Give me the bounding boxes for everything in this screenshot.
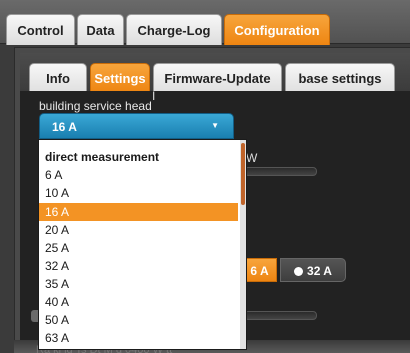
dropdown-option[interactable]: 10 A xyxy=(39,184,238,202)
subtab-info[interactable]: Info xyxy=(29,63,87,92)
tab-control-label: Control xyxy=(17,23,64,38)
text-cursor-icon: I xyxy=(152,89,156,103)
tab-data-label: Data xyxy=(86,23,115,38)
tab-charge-log-label: Charge-Log xyxy=(137,23,211,38)
dropdown-option[interactable]: 32 A xyxy=(39,257,238,275)
subtab-settings-label: Settings xyxy=(94,71,146,86)
tab-configuration[interactable]: Configuration xyxy=(224,14,330,45)
segment-32a-label: 32 A xyxy=(307,264,332,278)
background-slider-1[interactable] xyxy=(244,167,317,176)
subtab-base-settings[interactable]: base settings xyxy=(285,63,395,92)
subtab-info-label: Info xyxy=(46,71,70,86)
building-service-dropdown-list: direct measurement 6 A 10 A 16 A 20 A 25… xyxy=(38,139,247,350)
segment-16a[interactable]: 6 A xyxy=(242,258,277,282)
segment-16a-label: 6 A xyxy=(250,264,269,278)
dropdown-option[interactable]: 6 A xyxy=(39,166,238,184)
settings-tab-bar: Info Settings Firmware-Update base setti… xyxy=(20,53,410,92)
building-service-head-select[interactable]: 16 A ▼ xyxy=(39,113,234,139)
tab-control[interactable]: Control xyxy=(6,14,75,45)
segment-32a[interactable]: 32 A xyxy=(280,258,346,282)
dropdown-option[interactable]: 20 A xyxy=(39,221,238,239)
chevron-down-icon: ▼ xyxy=(211,121,219,130)
radio-dot-icon xyxy=(294,267,304,276)
tab-charge-log[interactable]: Charge-Log xyxy=(126,14,222,45)
select-value: 16 A xyxy=(52,120,77,134)
dropdown-scrollbar[interactable] xyxy=(240,140,246,349)
building-service-head-label: building service head xyxy=(39,99,152,113)
tab-data[interactable]: Data xyxy=(77,14,124,45)
dropdown-option[interactable]: 63 A xyxy=(39,329,238,347)
dropdown-scrollbar-thumb[interactable] xyxy=(241,143,245,205)
subtab-firmware-update[interactable]: Firmware-Update xyxy=(153,63,282,92)
main-tab-bar: Control Data Charge-Log Configuration xyxy=(0,0,410,45)
subtab-firmware-update-label: Firmware-Update xyxy=(164,71,271,86)
dropdown-option[interactable]: 35 A xyxy=(39,275,238,293)
dropdown-option[interactable]: 40 A xyxy=(39,293,238,311)
dropdown-option-selected[interactable]: 16 A xyxy=(39,203,238,221)
background-slider-2[interactable] xyxy=(244,311,317,320)
dropdown-group-header: direct measurement xyxy=(45,150,160,164)
dropdown-option[interactable]: 50 A xyxy=(39,311,238,329)
background-unit-text: W xyxy=(246,151,258,165)
app-window: Control Data Charge-Log Configuration In… xyxy=(0,0,410,353)
tab-configuration-label: Configuration xyxy=(234,23,320,38)
dropdown-option[interactable]: 25 A xyxy=(39,239,238,257)
subtab-settings[interactable]: Settings xyxy=(90,63,150,92)
subtab-base-settings-label: base settings xyxy=(298,71,382,86)
